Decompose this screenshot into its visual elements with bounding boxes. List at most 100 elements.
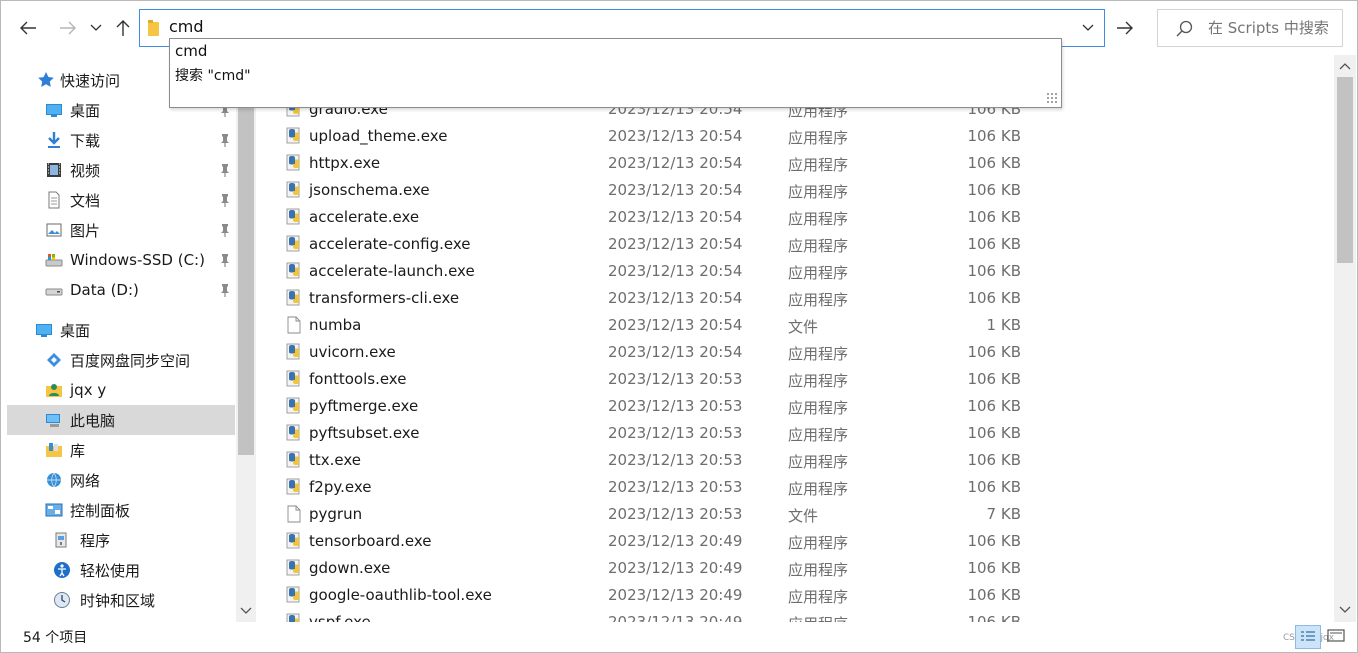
sidebar-item-quick-6[interactable]: Data (D:) xyxy=(7,275,235,305)
sidebar-scrollbar[interactable] xyxy=(236,55,256,622)
pin-icon[interactable] xyxy=(219,223,231,237)
file-size: 106 KB xyxy=(967,289,1021,307)
sidebar-scroll-down-button[interactable] xyxy=(236,601,256,621)
file-row[interactable]: transformers-cli.exe 2023/12/13 20:54 应用程序… xyxy=(257,285,1327,312)
file-list-scrollbar[interactable] xyxy=(1334,55,1356,622)
file-row[interactable]: accelerate-config.exe 2023/12/13 20:54 应用程… xyxy=(257,231,1327,258)
file-row[interactable]: google-oauthlib-tool.exe 2023/12/13 20:49… xyxy=(257,582,1327,609)
file-row[interactable]: tensorboard.exe 2023/12/13 20:49 应用程序 106 K… xyxy=(257,528,1327,555)
sidebar-item-label: 时钟和区域 xyxy=(80,591,156,610)
python-file-icon xyxy=(285,262,303,280)
pin-icon[interactable] xyxy=(219,133,231,147)
sidebar-item-label: 图片 xyxy=(70,221,101,240)
file-size: 106 KB xyxy=(967,370,1021,388)
address-dropdown-button[interactable] xyxy=(1078,18,1098,38)
file-date: 2023/12/13 20:49 xyxy=(608,559,743,577)
arrow-right-icon xyxy=(60,21,76,35)
download-icon xyxy=(45,131,63,149)
file-row[interactable]: fonttools.exe 2023/12/13 20:53 应用程序 106 KB xyxy=(257,366,1327,393)
file-row[interactable]: f2py.exe 2023/12/13 20:53 应用程序 106 KB xyxy=(257,474,1327,501)
python-file-icon xyxy=(285,532,303,550)
file-row[interactable]: upload_theme.exe 2023/12/13 20:54 应用程序 106 … xyxy=(257,123,1327,150)
file-row[interactable]: numba 2023/12/13 20:54 文件 1 KB xyxy=(257,312,1327,339)
file-list-scroll-thumb[interactable] xyxy=(1337,77,1353,263)
address-suggestions: cmd 搜索 "cmd" xyxy=(169,38,1062,108)
sidebar-tree-item-1[interactable]: 百度网盘同步空间 xyxy=(7,345,235,375)
video-icon xyxy=(45,161,63,179)
file-name: fonttools.exe xyxy=(309,370,407,388)
file-row[interactable]: uvicorn.exe 2023/12/13 20:54 应用程序 106 KB xyxy=(257,339,1327,366)
pin-icon[interactable] xyxy=(219,253,231,267)
scroll-up-button[interactable] xyxy=(1334,57,1356,75)
file-name: gdown.exe xyxy=(309,559,391,577)
file-date: 2023/12/13 20:53 xyxy=(608,370,743,388)
file-type: 应用程序 xyxy=(788,588,849,606)
file-name: numba xyxy=(309,316,362,334)
file-row[interactable]: accelerate-launch.exe 2023/12/13 20:54 应用程… xyxy=(257,258,1327,285)
file-row[interactable]: gdown.exe 2023/12/13 20:49 应用程序 106 KB xyxy=(257,555,1327,582)
python-file-icon xyxy=(285,613,303,622)
sidebar-item-quick-4[interactable]: 图片 xyxy=(7,215,235,245)
file-date: 2023/12/13 20:53 xyxy=(608,505,743,523)
sidebar-item-quick-1[interactable]: 下载 xyxy=(7,125,235,155)
folder-icon xyxy=(148,20,162,36)
drive-d-icon xyxy=(45,281,63,299)
sidebar-tree-item-5[interactable]: 网络 xyxy=(7,465,235,495)
pin-icon[interactable] xyxy=(219,193,231,207)
search-input[interactable] xyxy=(1208,19,1338,37)
large-icons-view-button[interactable] xyxy=(1325,625,1347,649)
file-row[interactable]: ttx.exe 2023/12/13 20:53 应用程序 106 KB xyxy=(257,447,1327,474)
file-type: 应用程序 xyxy=(788,183,849,201)
file-date: 2023/12/13 20:53 xyxy=(608,397,743,415)
file-row[interactable]: jsonschema.exe 2023/12/13 20:54 应用程序 106 KB xyxy=(257,177,1327,204)
file-type: 应用程序 xyxy=(788,534,849,552)
pin-icon[interactable] xyxy=(219,163,231,177)
up-button[interactable] xyxy=(110,13,136,43)
recent-locations-button[interactable] xyxy=(85,13,107,43)
file-name: uvicorn.exe xyxy=(309,343,396,361)
file-date: 2023/12/13 20:54 xyxy=(608,127,743,145)
file-size: 1 KB xyxy=(986,316,1021,334)
details-view-button[interactable] xyxy=(1295,625,1321,649)
sidebar-tree-item-2[interactable]: jqx y xyxy=(7,375,235,405)
sidebar-tree-item-7[interactable]: 程序 xyxy=(7,525,235,555)
sidebar-item-label: 轻松使用 xyxy=(80,561,141,580)
suggestion-item[interactable]: cmd xyxy=(175,42,207,60)
file-row[interactable]: pyftmerge.exe 2023/12/13 20:53 应用程序 106 KB xyxy=(257,393,1327,420)
file-name: jsonschema.exe xyxy=(309,181,430,199)
file-row[interactable]: vspf.exe 2023/12/13 20:49 应用程序 106 KB xyxy=(257,609,1327,622)
sidebar-tree-item-9[interactable]: 时钟和区域 xyxy=(7,585,235,615)
blank-file-icon xyxy=(285,316,303,334)
sidebar-tree-item-0[interactable]: 桌面 xyxy=(7,315,235,345)
search-box[interactable] xyxy=(1157,9,1343,47)
sidebar-item-label: 快速访问 xyxy=(60,71,121,90)
python-file-icon xyxy=(285,559,303,577)
file-size: 106 KB xyxy=(967,235,1021,253)
go-button[interactable] xyxy=(1110,13,1140,43)
sidebar-tree-item-3[interactable]: 此电脑 xyxy=(7,405,235,435)
resize-grip-icon[interactable] xyxy=(1046,92,1058,104)
chevron-down-icon xyxy=(1339,606,1351,613)
back-button[interactable] xyxy=(15,13,41,43)
forward-button[interactable] xyxy=(55,13,81,43)
address-input[interactable] xyxy=(169,17,1049,36)
file-row[interactable]: pyftsubset.exe 2023/12/13 20:53 应用程序 106 KB xyxy=(257,420,1327,447)
sidebar-item-quick-3[interactable]: 文档 xyxy=(7,185,235,215)
file-name: google-oauthlib-tool.exe xyxy=(309,586,492,604)
file-name: httpx.exe xyxy=(309,154,381,172)
explorer-window: cmd 搜索 "cmd" 快速访问 桌面 下载视频文档图片 Windows-SSD … xyxy=(0,0,1358,653)
sidebar-tree-item-4[interactable]: 库 xyxy=(7,435,235,465)
file-row[interactable]: accelerate.exe 2023/12/13 20:54 应用程序 106 KB xyxy=(257,204,1327,231)
file-row[interactable]: pygrun 2023/12/13 20:53 文件 7 KB xyxy=(257,501,1327,528)
desktop-icon xyxy=(35,321,53,339)
suggestion-item[interactable]: 搜索 "cmd" xyxy=(175,65,251,85)
sidebar-item-label: 程序 xyxy=(80,531,111,550)
sidebar-scroll-thumb[interactable] xyxy=(238,59,254,455)
sidebar-item-quick-5[interactable]: Windows-SSD (C:) xyxy=(7,245,235,275)
sidebar-tree-item-8[interactable]: 轻松使用 xyxy=(7,555,235,585)
sidebar-tree-item-6[interactable]: 控制面板 xyxy=(7,495,235,525)
scroll-down-button[interactable] xyxy=(1334,601,1356,619)
pin-icon[interactable] xyxy=(219,283,231,297)
sidebar-item-quick-2[interactable]: 视频 xyxy=(7,155,235,185)
file-row[interactable]: httpx.exe 2023/12/13 20:54 应用程序 106 KB xyxy=(257,150,1327,177)
